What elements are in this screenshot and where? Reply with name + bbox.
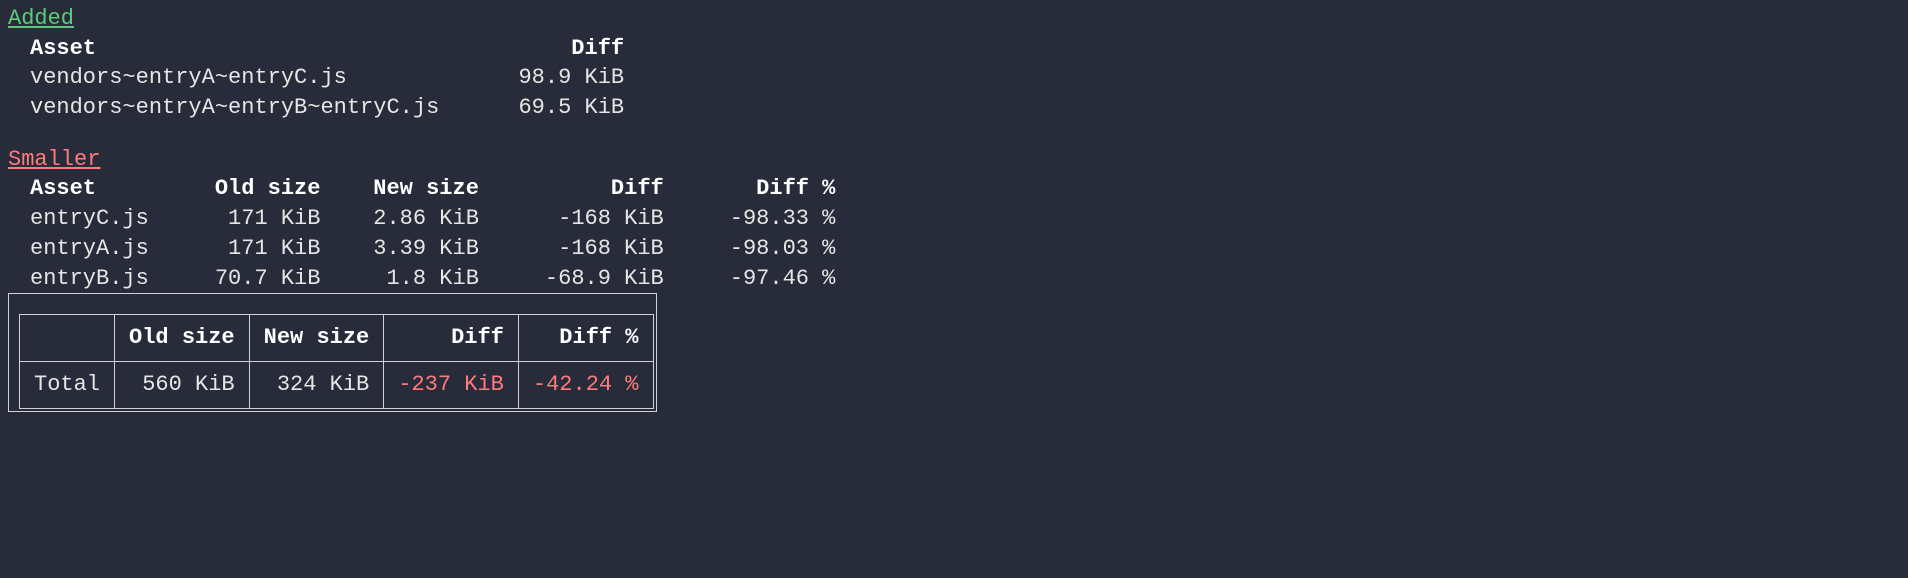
summary-col-diffp: Diff % <box>518 315 653 362</box>
added-row: vendors~entryA~entryC.js 98.9 KiB <box>30 65 624 90</box>
summary-col-blank <box>20 315 115 362</box>
summary-col-diff: Diff <box>384 315 519 362</box>
smaller-row: entryA.js 171 KiB 3.39 KiB -168 KiB -98.… <box>30 236 835 261</box>
added-header: Added <box>8 4 1900 34</box>
summary-col-new: New size <box>249 315 384 362</box>
summary-total-label: Total <box>20 361 115 408</box>
summary-total-new: 324 KiB <box>249 361 384 408</box>
smaller-col-old: Old size <box>175 176 320 201</box>
summary-total-old: 560 KiB <box>115 361 250 408</box>
smaller-row: entryB.js 70.7 KiB 1.8 KiB -68.9 KiB -97… <box>30 266 835 291</box>
smaller-row: entryC.js 171 KiB 2.86 KiB -168 KiB -98.… <box>30 206 835 231</box>
smaller-col-diffp: Diff % <box>664 176 836 201</box>
added-row: vendors~entryA~entryB~entryC.js 69.5 KiB <box>30 95 624 120</box>
added-col-asset: Asset <box>30 36 466 61</box>
terminal-output: Added Asset Diff vendors~entryA~entryC.j… <box>0 0 1908 435</box>
smaller-col-diff: Diff <box>479 176 664 201</box>
summary-col-old: Old size <box>115 315 250 362</box>
summary-table: Old size New size Diff Diff % Total 560 … <box>8 293 657 411</box>
smaller-col-asset: Asset <box>30 176 175 201</box>
smaller-table: Asset Old size New size Diff Diff % entr… <box>8 174 1900 293</box>
summary-header-row: Old size New size Diff Diff % <box>20 315 654 362</box>
added-table: Asset Diff vendors~entryA~entryC.js 98.9… <box>8 34 1900 123</box>
summary-total-diff: -237 KiB <box>384 361 519 408</box>
summary-total-diffp: -42.24 % <box>518 361 653 408</box>
smaller-col-new: New size <box>320 176 478 201</box>
summary-total-row: Total 560 KiB 324 KiB -237 KiB -42.24 % <box>20 361 654 408</box>
added-col-diff: Diff <box>466 36 624 61</box>
smaller-header: Smaller <box>8 145 1900 175</box>
